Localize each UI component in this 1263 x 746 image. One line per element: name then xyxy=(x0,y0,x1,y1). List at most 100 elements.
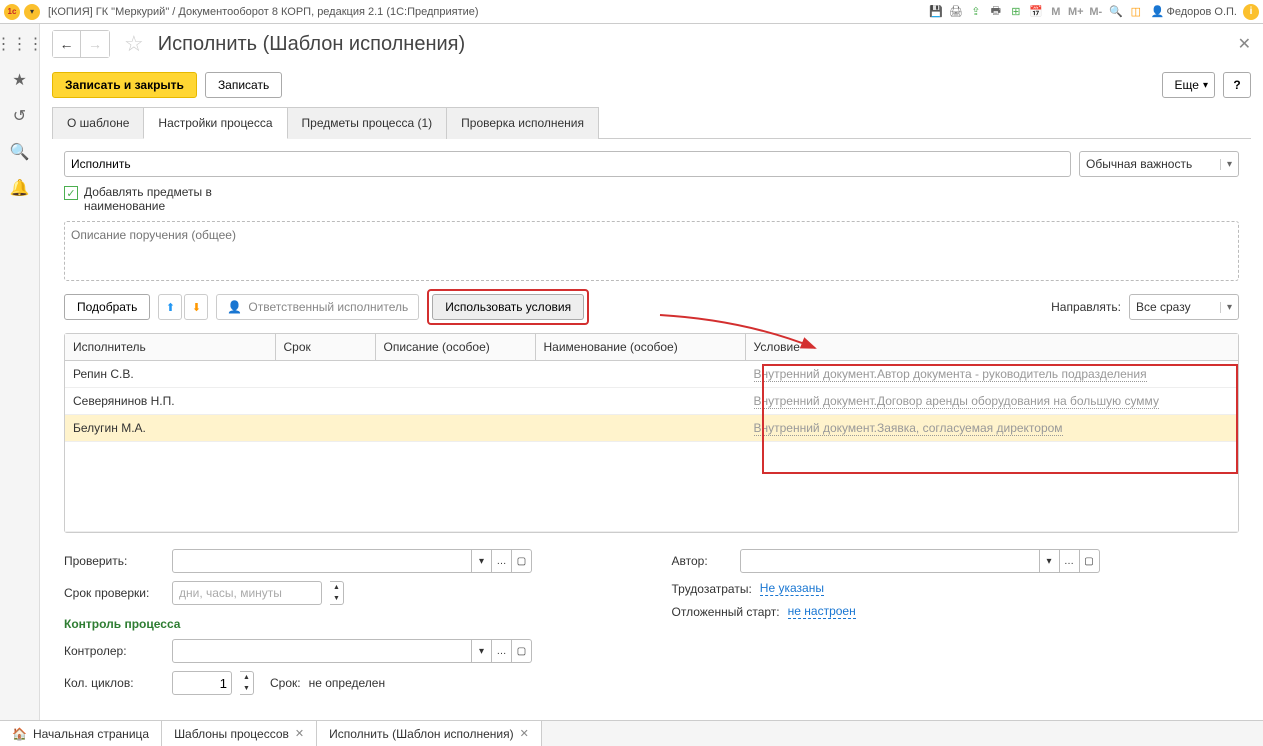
close-tab-icon[interactable]: ✕ xyxy=(520,727,529,740)
effort-link[interactable]: Не указаны xyxy=(760,581,824,596)
page-header: ← → ☆ Исполнить (Шаблон исполнения) ✕ xyxy=(40,24,1263,64)
print-icon[interactable]: 🖨 xyxy=(947,3,965,21)
condition-link[interactable]: Внутренний документ.Договор аренды обору… xyxy=(754,394,1159,409)
check-open-icon[interactable]: ▢ xyxy=(512,549,532,573)
btab-execute[interactable]: Исполнить (Шаблон исполнения) ✕ xyxy=(317,721,542,746)
author-ellipsis-icon[interactable]: … xyxy=(1060,549,1080,573)
person-icon: 👤 xyxy=(227,300,242,314)
check-term-label: Срок проверки: xyxy=(64,586,164,600)
bottom-form: Проверить: ▾ … ▢ Срок проверки: дни, час… xyxy=(64,549,1239,695)
col-executor[interactable]: Исполнитель xyxy=(65,334,275,361)
titlebar: 1c [КОПИЯ] ГК "Меркурий" / Документообор… xyxy=(0,0,1263,24)
history-icon[interactable]: ↺ xyxy=(8,104,32,128)
importance-select[interactable]: Обычная важность xyxy=(1079,151,1239,177)
btab-templates[interactable]: Шаблоны процессов ✕ xyxy=(162,721,317,746)
term-value: не определен xyxy=(309,676,385,690)
description-textarea[interactable] xyxy=(64,221,1239,281)
author-input[interactable] xyxy=(740,549,1040,573)
user-name: Федоров О.П. xyxy=(1167,6,1238,18)
cycles-input[interactable] xyxy=(172,671,232,695)
notifications-icon[interactable]: 🔔 xyxy=(8,176,32,200)
panel-icon[interactable]: ◫ xyxy=(1127,3,1145,21)
tabs: О шаблоне Настройки процесса Предметы пр… xyxy=(40,106,1263,138)
spin-down-icon[interactable]: ▼ xyxy=(330,593,343,604)
check-ellipsis-icon[interactable]: … xyxy=(492,549,512,573)
apps-icon[interactable]: ⋮⋮⋮ xyxy=(8,32,32,56)
m-minus-icon[interactable]: M- xyxy=(1087,3,1105,21)
save-icon[interactable]: 💾 xyxy=(927,3,945,21)
col-term[interactable]: Срок xyxy=(275,334,375,361)
bottom-tabs: 🏠 Начальная страница Шаблоны процессов ✕… xyxy=(0,720,1263,746)
delayed-label: Отложенный старт: xyxy=(672,605,780,619)
pick-button[interactable]: Подобрать xyxy=(64,294,150,320)
controller-open-icon[interactable]: ▢ xyxy=(512,639,532,663)
user-menu[interactable]: 👤 Федоров О.П. xyxy=(1151,5,1237,18)
upload-icon[interactable]: ⇪ xyxy=(967,3,985,21)
author-dropdown-icon[interactable]: ▾ xyxy=(1040,549,1060,573)
info-icon[interactable]: i xyxy=(1243,4,1259,20)
nav-forward-button[interactable]: → xyxy=(81,31,109,57)
tab-check[interactable]: Проверка исполнения xyxy=(446,107,599,139)
tab-process-settings[interactable]: Настройки процесса xyxy=(143,107,287,139)
col-name[interactable]: Наименование (особое) xyxy=(535,334,745,361)
direct-select[interactable]: Все сразу xyxy=(1129,294,1239,320)
main-menu-dropdown[interactable] xyxy=(24,4,40,20)
favorite-star-icon[interactable]: ☆ xyxy=(124,31,144,57)
col-desc[interactable]: Описание (особое) xyxy=(375,334,535,361)
close-button[interactable]: ✕ xyxy=(1238,34,1251,54)
nav-back-button[interactable]: ← xyxy=(53,31,81,57)
delayed-link[interactable]: не настроен xyxy=(788,604,856,619)
check-dropdown-icon[interactable]: ▾ xyxy=(472,549,492,573)
executors-table: Исполнитель Срок Описание (особое) Наиме… xyxy=(64,333,1239,533)
calendar-icon[interactable]: 📅 xyxy=(1027,3,1045,21)
spin-up-icon[interactable]: ▲ xyxy=(330,582,343,593)
controller-ellipsis-icon[interactable]: … xyxy=(492,639,512,663)
check-input[interactable] xyxy=(172,549,472,573)
sidebar: ⋮⋮⋮ ★ ↺ 🔍 🔔 xyxy=(0,24,40,720)
tab-about[interactable]: О шаблоне xyxy=(52,107,144,139)
use-conditions-button[interactable]: Использовать условия xyxy=(432,294,584,320)
btab-home[interactable]: 🏠 Начальная страница xyxy=(0,721,162,746)
home-icon: 🏠 xyxy=(12,727,27,741)
condition-link[interactable]: Внутренний документ.Заявка, согласуемая … xyxy=(754,421,1063,436)
user-icon: 👤 xyxy=(1151,5,1165,18)
spin-up-icon[interactable]: ▲ xyxy=(240,672,253,683)
calc-icon[interactable]: ⊞ xyxy=(1007,3,1025,21)
check-label: Проверить: xyxy=(64,554,164,568)
control-section-title: Контроль процесса xyxy=(64,617,632,631)
author-label: Автор: xyxy=(672,554,732,568)
print2-icon[interactable]: 🖶 xyxy=(987,3,1005,21)
add-subjects-checkbox[interactable]: ✓ xyxy=(64,186,78,200)
table-row[interactable]: Репин С.В. Внутренний документ.Автор док… xyxy=(65,361,1238,388)
direct-label: Направлять: xyxy=(1051,300,1121,314)
name-input[interactable] xyxy=(64,151,1071,177)
spin-down-icon[interactable]: ▼ xyxy=(240,683,253,694)
close-tab-icon[interactable]: ✕ xyxy=(295,727,304,740)
tab-subjects[interactable]: Предметы процесса (1) xyxy=(287,107,448,139)
m-icon[interactable]: M xyxy=(1047,3,1065,21)
move-down-icon[interactable]: ⬇ xyxy=(184,294,208,320)
author-open-icon[interactable]: ▢ xyxy=(1080,549,1100,573)
m-plus-icon[interactable]: M+ xyxy=(1067,3,1085,21)
table-row[interactable]: Северянинов Н.П. Внутренний документ.Дог… xyxy=(65,388,1238,415)
col-cond[interactable]: Условие xyxy=(745,334,1238,361)
more-button[interactable]: Еще xyxy=(1162,72,1215,98)
effort-label: Трудозатраты: xyxy=(672,582,752,596)
add-subjects-label: Добавлять предметы в наименование xyxy=(84,185,234,213)
help-button[interactable]: ? xyxy=(1223,72,1251,98)
move-up-icon[interactable]: ⬆ xyxy=(158,294,182,320)
cycles-label: Кол. циклов: xyxy=(64,676,164,690)
controller-input[interactable] xyxy=(172,639,472,663)
check-term-input[interactable]: дни, часы, минуты xyxy=(172,581,322,605)
save-button[interactable]: Записать xyxy=(205,72,282,98)
window-title: [КОПИЯ] ГК "Меркурий" / Документооборот … xyxy=(48,6,479,18)
controller-dropdown-icon[interactable]: ▾ xyxy=(472,639,492,663)
controller-label: Контролер: xyxy=(64,644,164,658)
favorites-icon[interactable]: ★ xyxy=(8,68,32,92)
search-icon[interactable]: 🔍 xyxy=(8,140,32,164)
zoom-icon[interactable]: 🔍 xyxy=(1107,3,1125,21)
save-close-button[interactable]: Записать и закрыть xyxy=(52,72,197,98)
table-row[interactable]: Белугин М.А. Внутренний документ.Заявка,… xyxy=(65,415,1238,442)
condition-link[interactable]: Внутренний документ.Автор документа - ру… xyxy=(754,367,1147,382)
responsible-button[interactable]: 👤 Ответственный исполнитель xyxy=(216,294,419,320)
